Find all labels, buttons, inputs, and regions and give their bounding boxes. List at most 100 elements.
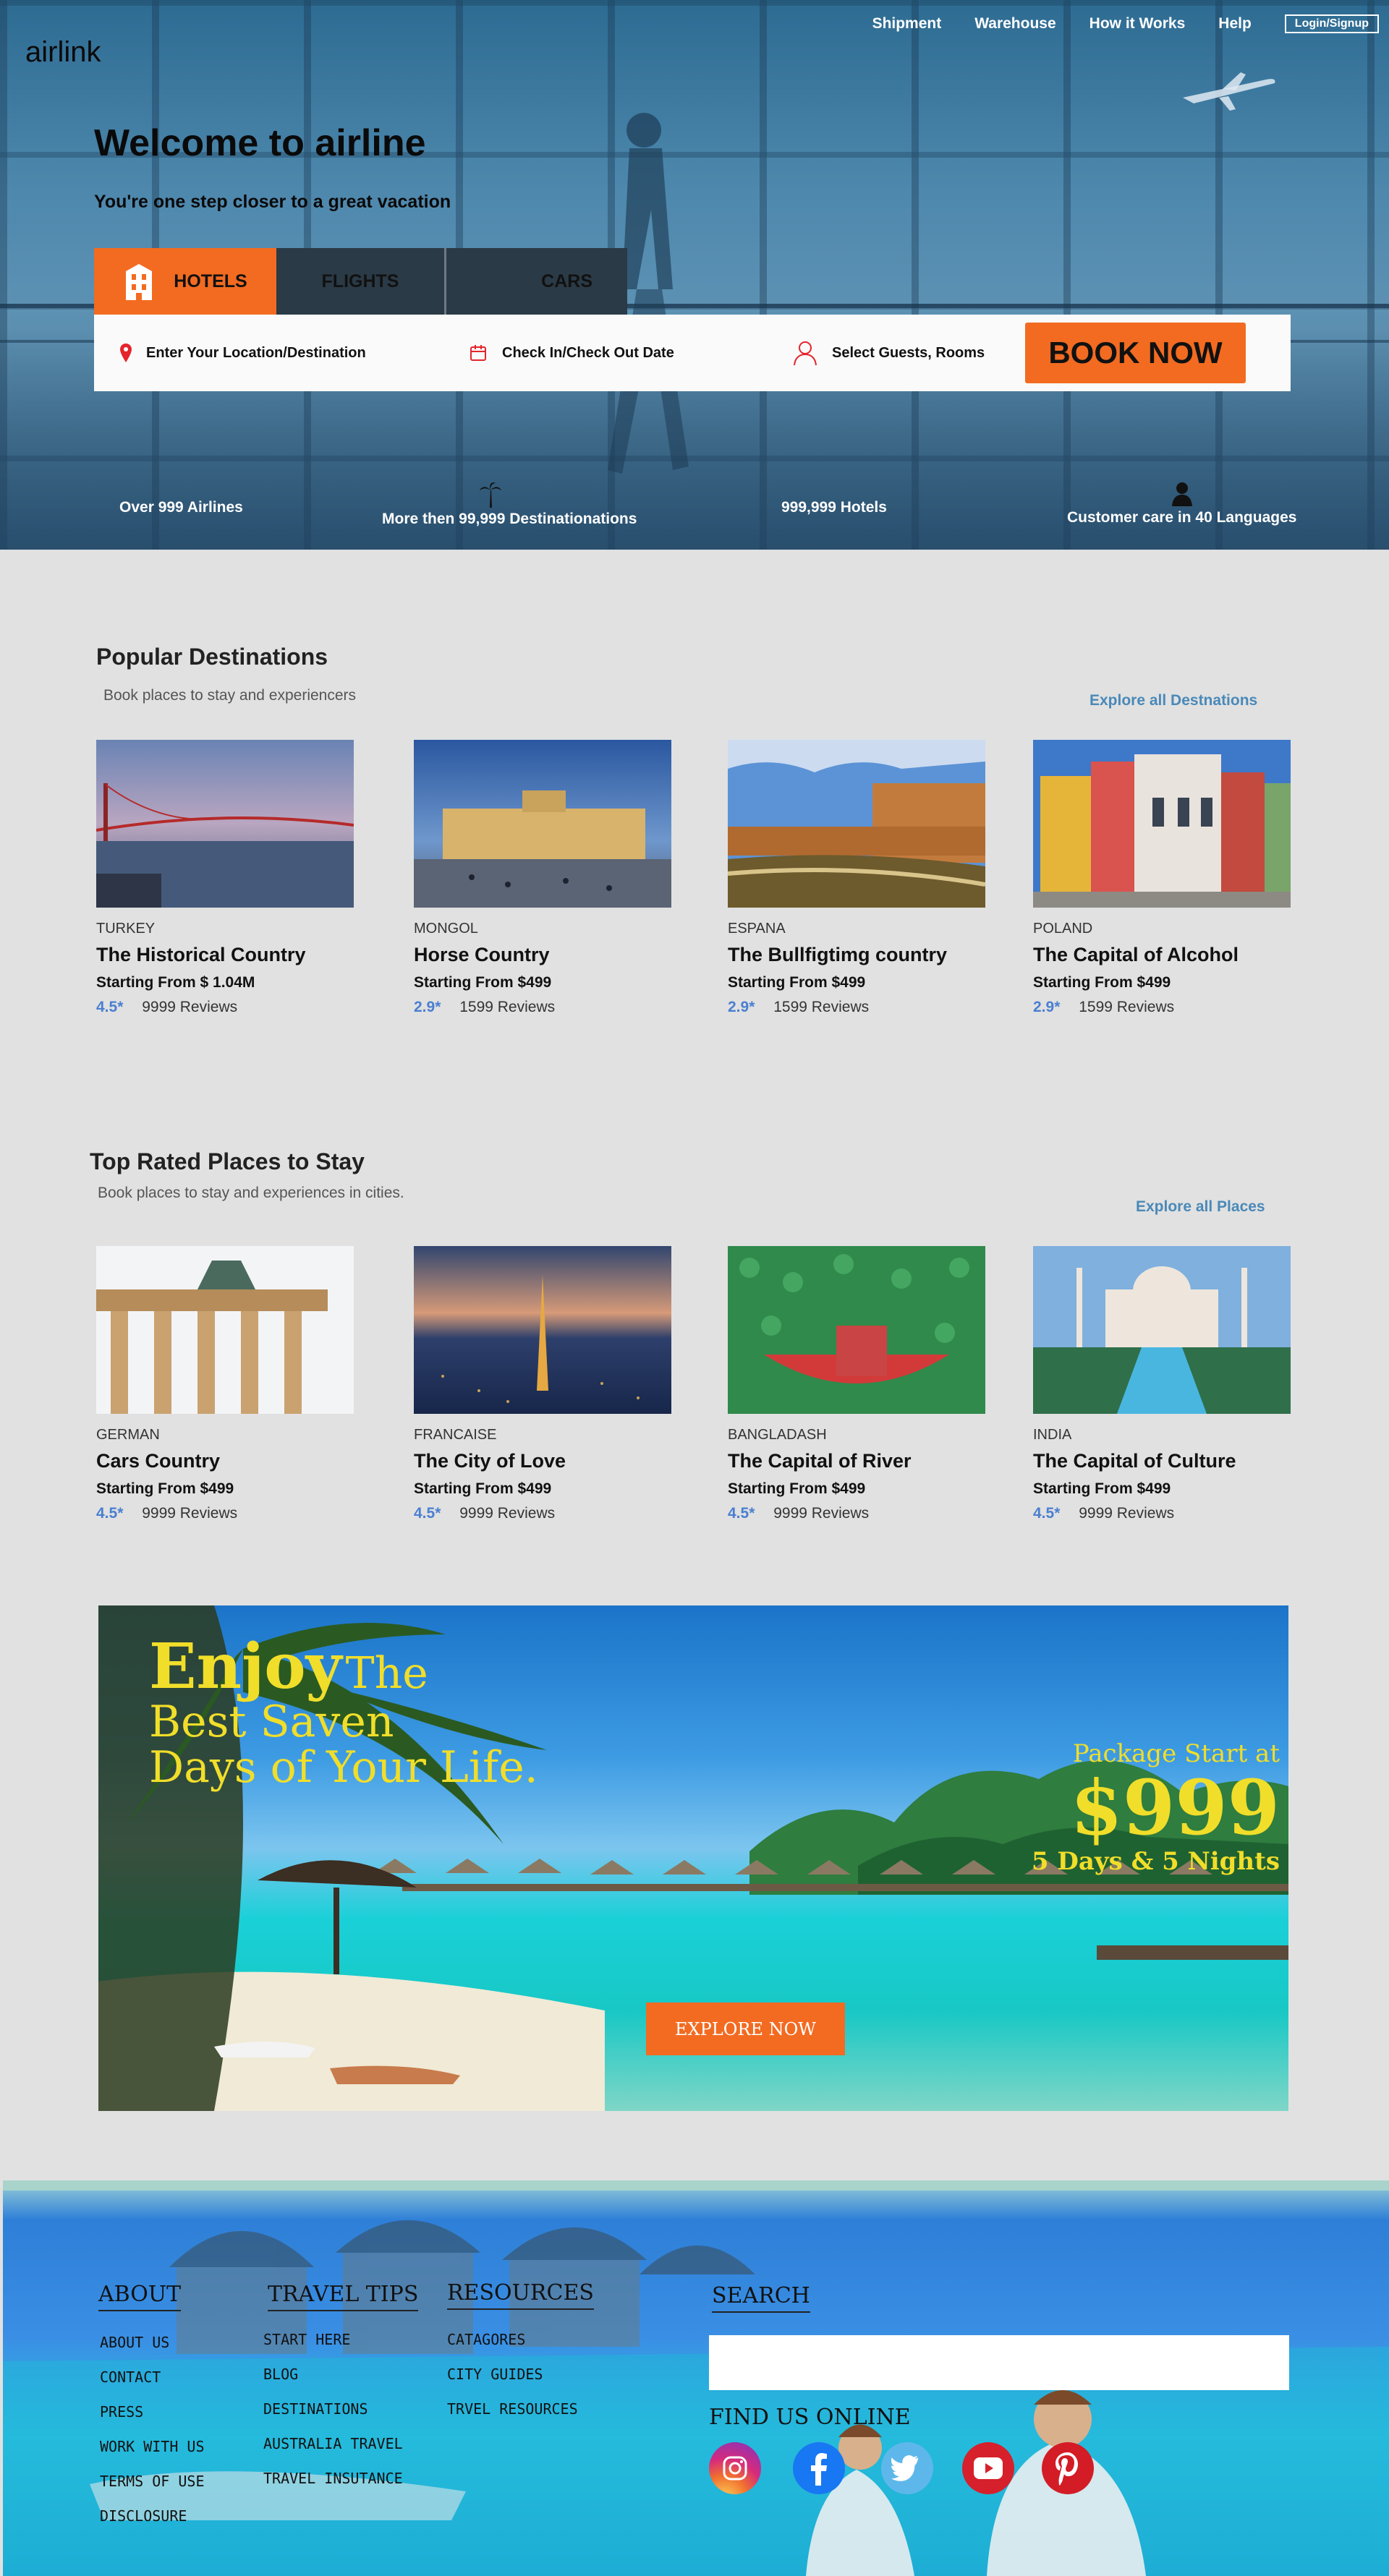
card-title: The Capital of River: [728, 1450, 912, 1472]
card-country: GERMAN: [96, 1427, 160, 1443]
footer-link-categories[interactable]: CATAGORES: [447, 2331, 525, 2348]
card-rating-row: 4.5* 9999 Reviews: [96, 999, 354, 1016]
nav-shipment[interactable]: Shipment: [872, 15, 942, 33]
promo-banner: Enjoy The Best Saven Days of Your Life. …: [98, 1605, 1288, 2111]
footer-link-destinations[interactable]: DESTINATIONS: [263, 2400, 368, 2418]
nav-how-it-works[interactable]: How it Works: [1089, 15, 1186, 33]
footer-link-australia-travel[interactable]: AUSTRALIA TRAVEL: [263, 2435, 403, 2452]
stat-customer-care: Customer care in 40 Languages: [1067, 482, 1356, 526]
footer-link-about-us[interactable]: ABOUT US: [100, 2334, 169, 2351]
stat-customer-care-text: Customer care in 40 Languages: [1067, 509, 1297, 526]
palm-tree-icon: [480, 482, 501, 508]
stat-destinations: More then 99,999 Destinationations: [382, 482, 664, 528]
hero-subtitle: You're one step closer to a great vacati…: [94, 192, 451, 212]
footer-link-work-with-us[interactable]: WORK WITH US: [100, 2438, 205, 2455]
youtube-icon[interactable]: [962, 2442, 1014, 2494]
package-price: $999: [1070, 1763, 1280, 1852]
card-price: Starting From $499: [414, 1480, 552, 1497]
card-price: Starting From $499: [96, 1480, 234, 1497]
place-card[interactable]: FRANCAISE The City of Love Starting From…: [414, 1246, 671, 1522]
card-price: Starting From $499: [1033, 1480, 1171, 1497]
card-rating-row: 2.9* 1599 Reviews: [414, 999, 671, 1016]
card-price: Starting From $ 1.04M: [96, 974, 255, 991]
card-title: The Bullfigtimg country: [728, 944, 947, 965]
hero-title: Welcome to airline: [94, 122, 426, 164]
booking-search-bar: Enter Your Location/Destination Check In…: [94, 315, 1291, 391]
calendar-icon: [470, 345, 486, 361]
place-card[interactable]: GERMAN Cars Country Starting From $499 4…: [96, 1246, 354, 1522]
card-country: ESPANA: [728, 921, 786, 937]
footer-link-start-here[interactable]: START HERE: [263, 2331, 350, 2348]
nav-warehouse[interactable]: Warehouse: [974, 15, 1055, 33]
promo-line2: Best Saven: [149, 1697, 394, 1748]
stat-hotels: 999,999 Hotels: [781, 499, 962, 516]
destination-card[interactable]: TURKEY The Historical Country Starting F…: [96, 740, 354, 1016]
destination-card[interactable]: POLAND The Capital of Alcohol Starting F…: [1033, 740, 1291, 1016]
user-icon: [794, 341, 817, 366]
card-rating: 4.5*: [728, 1505, 755, 1522]
card-rating: 4.5*: [414, 1505, 441, 1522]
find-us-online-title: FIND US ONLINE: [709, 2405, 911, 2430]
footer-link-terms[interactable]: TERMS OF USE: [100, 2473, 205, 2490]
card-title: Horse Country: [414, 944, 550, 965]
location-field[interactable]: Enter Your Location/Destination: [120, 344, 366, 362]
footer-search-input[interactable]: [709, 2335, 1289, 2390]
footer-link-blog[interactable]: BLOG: [263, 2366, 298, 2383]
place-photo-bangladash: [728, 1246, 985, 1414]
footer-link-disclosure[interactable]: DISCLOSURE: [100, 2507, 187, 2525]
login-signup-button[interactable]: Login/Signup: [1284, 14, 1379, 33]
card-rating-row: 2.9* 1599 Reviews: [1033, 999, 1291, 1016]
card-price: Starting From $499: [1033, 974, 1171, 991]
brand-logo[interactable]: airlink: [25, 36, 101, 69]
destination-photo-espana: [728, 740, 985, 908]
promo-line3: Days of Your Life.: [149, 1742, 538, 1794]
card-reviews: 9999 Reviews: [142, 1505, 238, 1522]
tab-cars[interactable]: CARS: [446, 248, 627, 315]
location-pin-icon: [120, 344, 132, 362]
stat-destinations-text: More then 99,999 Destinationations: [382, 511, 637, 527]
explore-places-link[interactable]: Explore all Places: [1136, 1198, 1265, 1216]
facebook-icon[interactable]: [793, 2442, 845, 2494]
footer-link-travel-resources[interactable]: TRVEL RESOURCES: [447, 2400, 578, 2418]
card-country: MONGOL: [414, 921, 478, 937]
location-field-label: Enter Your Location/Destination: [146, 344, 366, 361]
date-field[interactable]: Check In/Check Out Date: [469, 344, 674, 362]
package-duration: 5 Days & 5 Nights: [1031, 1847, 1280, 1877]
footer-link-city-guides[interactable]: CITY GUIDES: [447, 2366, 543, 2383]
tab-flights-label: FLIGHTS: [321, 270, 399, 291]
twitter-icon[interactable]: [881, 2442, 933, 2494]
popular-section-subtitle: Book places to stay and experiencers: [103, 687, 357, 704]
card-title: The Historical Country: [96, 944, 306, 965]
tab-hotels[interactable]: HOTELS: [94, 248, 276, 315]
nav-help[interactable]: Help: [1218, 15, 1252, 33]
guests-field[interactable]: Select Guests, Rooms: [793, 340, 985, 366]
pinterest-icon[interactable]: [1042, 2442, 1094, 2494]
instagram-icon[interactable]: [709, 2442, 761, 2494]
card-rating-row: 4.5* 9999 Reviews: [1033, 1505, 1291, 1522]
tab-cars-label: CARS: [541, 270, 592, 291]
place-photo-german: [96, 1246, 354, 1414]
book-now-button[interactable]: BOOK NOW: [1025, 323, 1246, 383]
popular-section-title: Popular Destinations: [96, 644, 328, 670]
card-rating-row: 4.5* 9999 Reviews: [728, 1505, 985, 1522]
top-navigation: Shipment Warehouse How it Works Help Log…: [872, 14, 1389, 33]
promo-line1a: Enjoy: [149, 1630, 342, 1703]
place-photo-india: [1033, 1246, 1291, 1414]
destination-card[interactable]: MONGOL Horse Country Starting From $499 …: [414, 740, 671, 1016]
place-card[interactable]: BANGLADASH The Capital of River Starting…: [728, 1246, 985, 1522]
card-reviews: 9999 Reviews: [142, 999, 238, 1015]
footer-link-contact[interactable]: CONTACT: [100, 2368, 161, 2386]
place-photo-francaise: [414, 1246, 671, 1414]
tab-flights[interactable]: FLIGHTS: [276, 248, 446, 315]
footer-link-travel-insurance[interactable]: TRAVEL INSUTANCE: [263, 2470, 403, 2487]
destination-card[interactable]: ESPANA The Bullfigtimg country Starting …: [728, 740, 985, 1016]
footer-about-title: ABOUT: [98, 2282, 182, 2311]
explore-destinations-link[interactable]: Explore all Destnations: [1089, 692, 1257, 709]
card-rating: 4.5*: [1033, 1505, 1061, 1522]
footer-link-press[interactable]: PRESS: [100, 2403, 143, 2421]
place-card[interactable]: INDIA The Capital of Culture Starting Fr…: [1033, 1246, 1291, 1522]
toprated-section-subtitle: Book places to stay and experiences in c…: [98, 1185, 404, 1201]
booking-tabs: HOTELS FLIGHTS CARS: [94, 248, 627, 315]
explore-now-button[interactable]: EXPLORE NOW: [646, 2003, 845, 2055]
card-country: POLAND: [1033, 921, 1093, 937]
